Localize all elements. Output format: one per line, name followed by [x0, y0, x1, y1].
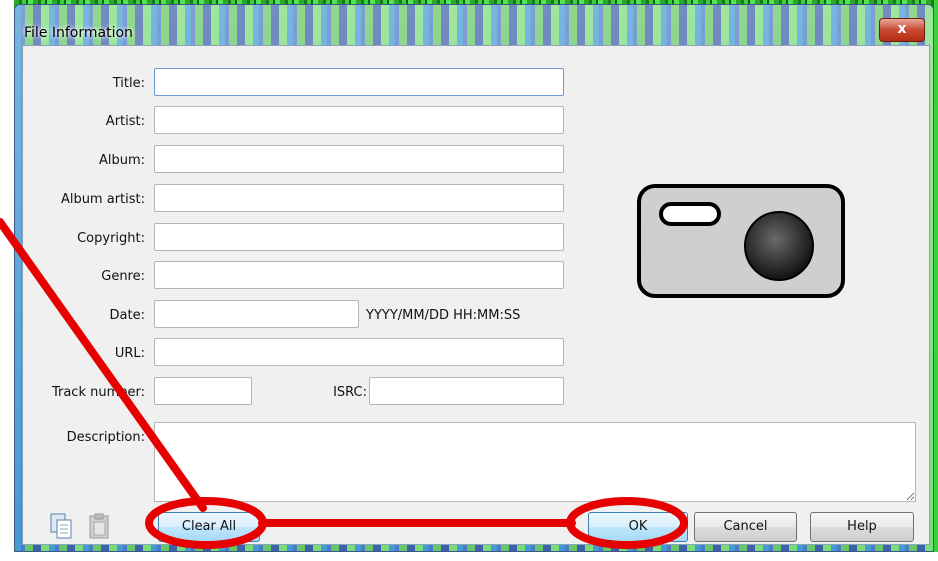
title-bar[interactable]: File Information x	[15, 5, 933, 45]
help-button[interactable]: Help	[810, 512, 914, 542]
clear-all-button[interactable]: Clear All	[158, 512, 260, 542]
artist-label: Artist:	[105, 114, 145, 129]
date-label: Date:	[109, 308, 145, 323]
camera-icon[interactable]	[635, 182, 849, 302]
close-button[interactable]: x	[879, 18, 925, 42]
date-format-hint: YYYY/MM/DD HH:MM:SS	[366, 308, 521, 323]
cancel-button[interactable]: Cancel	[694, 512, 797, 542]
date-field[interactable]	[154, 300, 359, 328]
description-field[interactable]	[154, 422, 916, 502]
url-label: URL:	[114, 346, 145, 361]
track-number-label: Track number:	[51, 385, 145, 400]
isrc-field[interactable]	[369, 377, 564, 405]
file-information-dialog: File Information x Title: Artist: Album:…	[14, 4, 934, 552]
ok-button[interactable]: OK	[588, 512, 688, 542]
album-label: Album:	[98, 153, 145, 168]
backdrop-margin-left	[0, 0, 14, 561]
dialog-client-area: Title: Artist: Album: Album artist: Copy…	[22, 45, 930, 545]
paste-icon[interactable]	[87, 512, 111, 540]
title-label: Title:	[112, 76, 145, 91]
copyright-label: Copyright:	[77, 231, 145, 246]
genre-label: Genre:	[101, 269, 145, 284]
track-number-field[interactable]	[154, 377, 252, 405]
window-title: File Information	[24, 25, 133, 41]
title-field[interactable]	[154, 68, 564, 96]
backdrop-margin-bottom	[0, 552, 938, 561]
isrc-label: ISRC:	[333, 385, 367, 400]
description-label: Description:	[66, 430, 145, 445]
album-field[interactable]	[154, 145, 564, 173]
copyright-field[interactable]	[154, 223, 564, 251]
genre-field[interactable]	[154, 261, 564, 289]
copy-icon[interactable]	[49, 512, 73, 540]
artist-field[interactable]	[154, 106, 564, 134]
url-field[interactable]	[154, 338, 564, 366]
album-artist-field[interactable]	[154, 184, 564, 212]
album-artist-label: Album artist:	[60, 192, 145, 207]
